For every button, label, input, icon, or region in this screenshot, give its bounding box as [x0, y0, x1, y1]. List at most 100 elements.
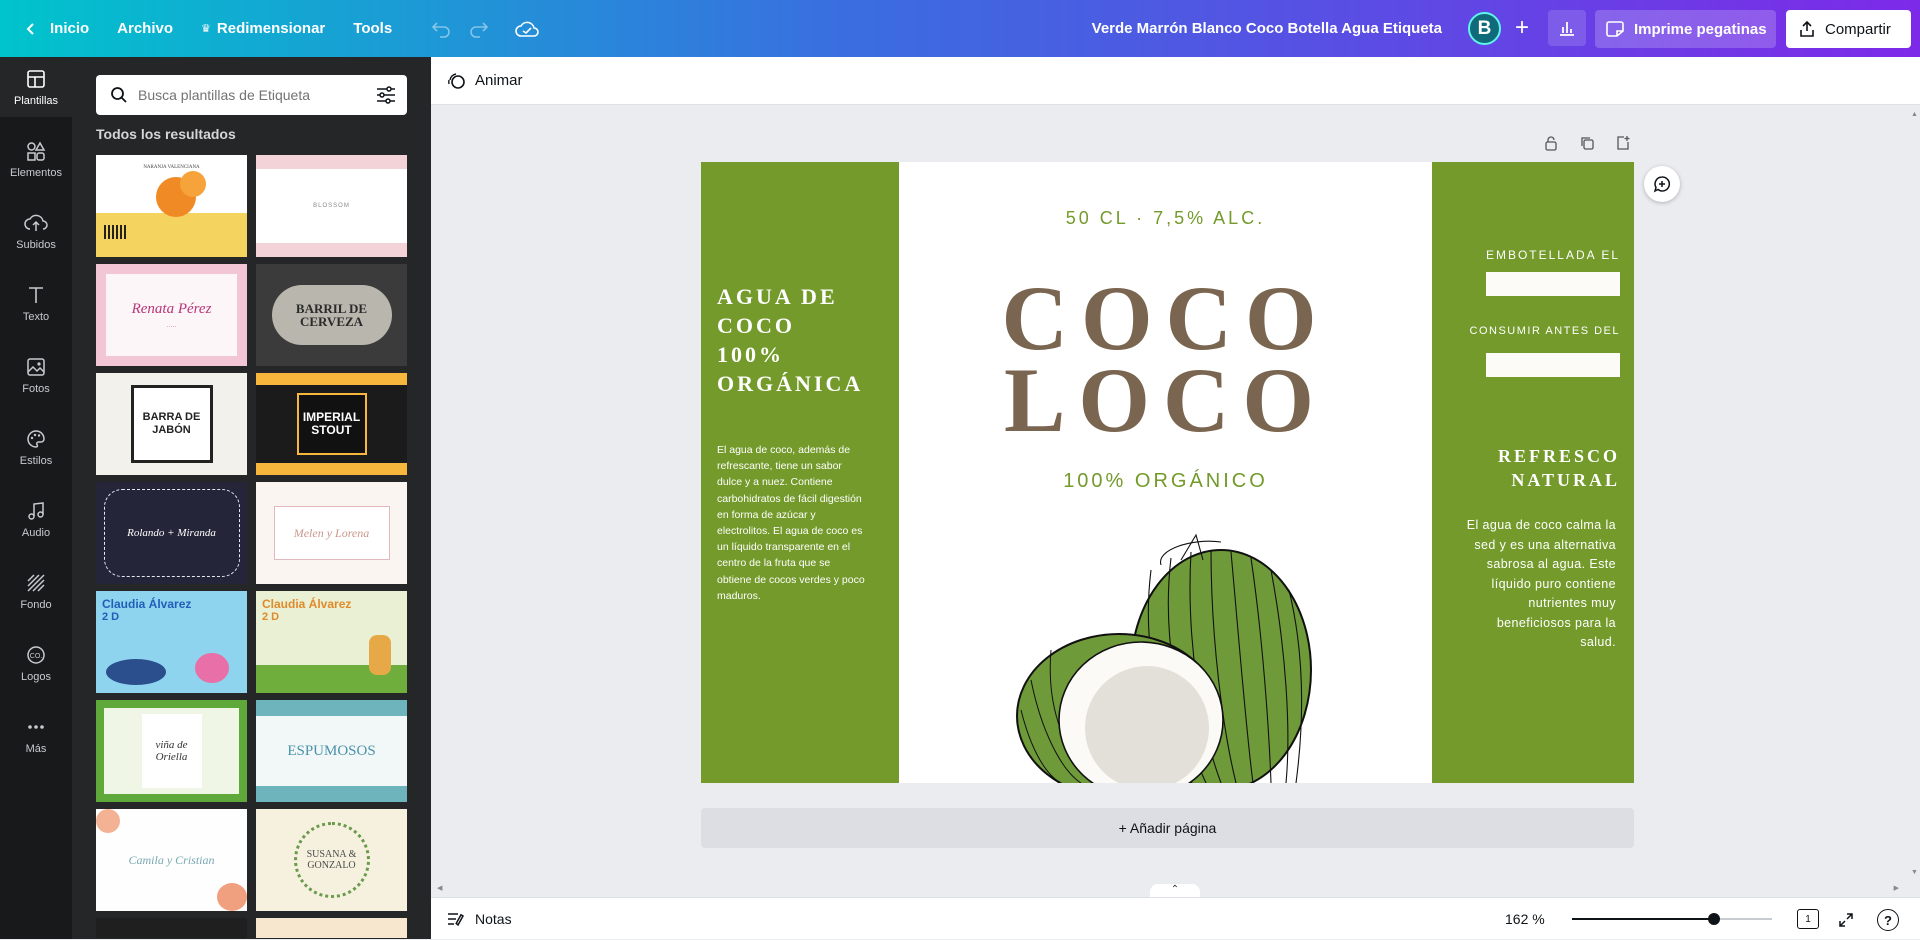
- user-avatar[interactable]: B: [1468, 12, 1501, 45]
- volume-text[interactable]: 50 CL · 7,5% ALC.: [899, 208, 1432, 229]
- show-pages-toggle[interactable]: ⌃: [1150, 884, 1200, 898]
- left-body[interactable]: El agua de coco, además de refrescante, …: [717, 442, 867, 604]
- sliders-icon: [377, 86, 395, 104]
- notes-button[interactable]: Notas: [447, 898, 512, 940]
- right-panel[interactable]: EMBOTELLADA EL CONSUMIR ANTES DEL REFRES…: [1432, 162, 1634, 783]
- template-title: NARANJA VALENCIANA: [143, 165, 200, 170]
- resize-button[interactable]: ♛ Redimensionar: [187, 10, 339, 48]
- coconut-illustration[interactable]: [991, 530, 1351, 783]
- zoom-value[interactable]: 162 %: [1505, 898, 1545, 940]
- template-thumbnail[interactable]: BARRIL DE CERVEZA: [256, 264, 407, 366]
- plus-icon: +: [1514, 14, 1529, 41]
- left-heading[interactable]: AGUA DE COCO 100% ORGÁNICA: [717, 282, 867, 398]
- right-heading[interactable]: REFRESCO NATURAL: [1490, 444, 1620, 492]
- rail-item-templates[interactable]: Plantillas: [0, 57, 72, 117]
- template-thumbnail[interactable]: Renata Pérez ·····: [96, 264, 247, 366]
- fullscreen-button[interactable]: [1835, 909, 1857, 931]
- template-thumbnail[interactable]: Rolando + Miranda: [96, 482, 247, 584]
- rail-item-background[interactable]: Fondo: [0, 561, 72, 621]
- home-button[interactable]: Inicio: [10, 10, 103, 48]
- template-thumbnail[interactable]: NARANJA VALENCIANA: [96, 155, 247, 257]
- rail-label: Logos: [21, 670, 51, 683]
- upload-icon: [24, 214, 48, 231]
- insights-button[interactable]: [1548, 10, 1586, 46]
- rail-item-text[interactable]: Texto: [0, 273, 72, 333]
- top-bar: Inicio Archivo ♛ Redimensionar Tools Ver…: [0, 0, 1920, 57]
- filter-button[interactable]: [373, 83, 399, 107]
- template-thumbnail[interactable]: viña de Oriella: [96, 700, 247, 802]
- logo-icon: CO.: [27, 645, 45, 664]
- template-thumbnail[interactable]: Claudia Álvarez 2 D: [96, 591, 247, 693]
- rail-item-elements[interactable]: Elementos: [0, 129, 72, 189]
- rail-label: Plantillas: [13, 94, 59, 107]
- rail-label: Elementos: [10, 166, 62, 179]
- template-thumbnail[interactable]: Camila y Cristian: [96, 809, 247, 911]
- organic-text[interactable]: 100% ORGÁNICO: [899, 470, 1432, 493]
- bottled-label[interactable]: EMBOTELLADA EL: [1486, 248, 1620, 262]
- templates-panel: Todos los resultados NARANJA VALENCIANA …: [72, 57, 431, 939]
- template-thumbnail[interactable]: [256, 918, 407, 938]
- left-panel[interactable]: AGUA DE COCO 100% ORGÁNICA El agua de co…: [701, 162, 899, 783]
- rail-item-more[interactable]: Más: [0, 705, 72, 765]
- add-collaborator-button[interactable]: +: [1505, 10, 1539, 46]
- template-thumbnail[interactable]: IMPERIAL STOUT: [256, 373, 407, 475]
- vertical-scrollbar[interactable]: ▲ ▼: [1905, 105, 1920, 882]
- redo-button[interactable]: [460, 10, 498, 48]
- background-icon: [27, 573, 45, 592]
- rail-label: Audio: [21, 526, 51, 539]
- template-thumbnail[interactable]: Claudia Álvarez 2 D: [256, 591, 407, 693]
- results-heading: Todos los resultados: [96, 126, 236, 142]
- rail-label: Texto: [22, 310, 50, 323]
- elements-icon: [27, 140, 46, 161]
- lock-page-button[interactable]: [1538, 130, 1564, 156]
- best-before-label[interactable]: CONSUMIR ANTES DEL: [1470, 325, 1620, 337]
- template-search[interactable]: [96, 75, 407, 115]
- template-thumbnail[interactable]: SUSANA & GONZALO: [256, 809, 407, 911]
- search-input[interactable]: [138, 87, 358, 103]
- rail-item-uploads[interactable]: Subidos: [0, 201, 72, 261]
- rail-item-audio[interactable]: Audio: [0, 489, 72, 549]
- template-thumbnail[interactable]: [96, 918, 247, 938]
- template-thumbnail[interactable]: BLOSSOM: [256, 155, 407, 257]
- resize-label: Redimensionar: [216, 20, 326, 37]
- template-subtitle: ·····: [166, 323, 177, 330]
- right-body[interactable]: El agua de coco calma la sed y es una al…: [1461, 516, 1616, 653]
- design-page[interactable]: AGUA DE COCO 100% ORGÁNICA El agua de co…: [701, 162, 1634, 783]
- notes-icon: [448, 913, 465, 927]
- help-button[interactable]: ?: [1877, 909, 1899, 931]
- rail-item-styles[interactable]: Estilos: [0, 417, 72, 477]
- template-thumbnail[interactable]: BARRA DE JABÓN: [96, 373, 247, 475]
- rail-item-logos[interactable]: CO. Logos: [0, 633, 72, 693]
- chevron-left-icon: [26, 22, 34, 35]
- comment-plus-icon: [1653, 176, 1671, 193]
- rail-item-photos[interactable]: Fotos: [0, 345, 72, 405]
- print-stickers-button[interactable]: Imprime pegatinas: [1595, 10, 1776, 48]
- brand-line-2[interactable]: LOCO: [899, 354, 1432, 446]
- document-title[interactable]: Verde Marrón Blanco Coco Botella Agua Et…: [1092, 0, 1442, 57]
- page-count-button[interactable]: 1: [1797, 909, 1819, 929]
- template-thumbnail[interactable]: ESPUMOSOS: [256, 700, 407, 802]
- duplicate-icon: [1581, 137, 1594, 150]
- template-thumbnail[interactable]: Melen y Lorena: [256, 482, 407, 584]
- zoom-slider[interactable]: [1572, 911, 1772, 927]
- share-button[interactable]: Compartir: [1786, 10, 1911, 48]
- brand-line-1[interactable]: COCO: [899, 272, 1432, 364]
- animate-icon: [448, 72, 465, 89]
- duplicate-page-button[interactable]: [1574, 130, 1600, 156]
- template-title: Renata Pérez: [131, 300, 212, 317]
- rail-label: Subidos: [16, 238, 56, 251]
- add-page-icon-button[interactable]: [1610, 130, 1636, 156]
- template-title: SUSANA & GONZALO: [306, 849, 357, 871]
- add-comment-button[interactable]: [1644, 166, 1680, 202]
- animate-button[interactable]: Animar: [475, 72, 523, 89]
- file-menu[interactable]: Archivo: [103, 10, 187, 48]
- add-page-button[interactable]: + Añadir página: [701, 808, 1634, 848]
- help-icon: ?: [1884, 912, 1892, 928]
- best-before-date-field[interactable]: [1486, 353, 1620, 377]
- bottled-date-field[interactable]: [1486, 272, 1620, 296]
- cloud-save-status[interactable]: [508, 10, 546, 48]
- undo-button[interactable]: [422, 10, 460, 48]
- tools-menu[interactable]: Tools: [339, 10, 406, 48]
- search-icon: [111, 87, 127, 103]
- zoom-slider-handle[interactable]: [1708, 913, 1720, 925]
